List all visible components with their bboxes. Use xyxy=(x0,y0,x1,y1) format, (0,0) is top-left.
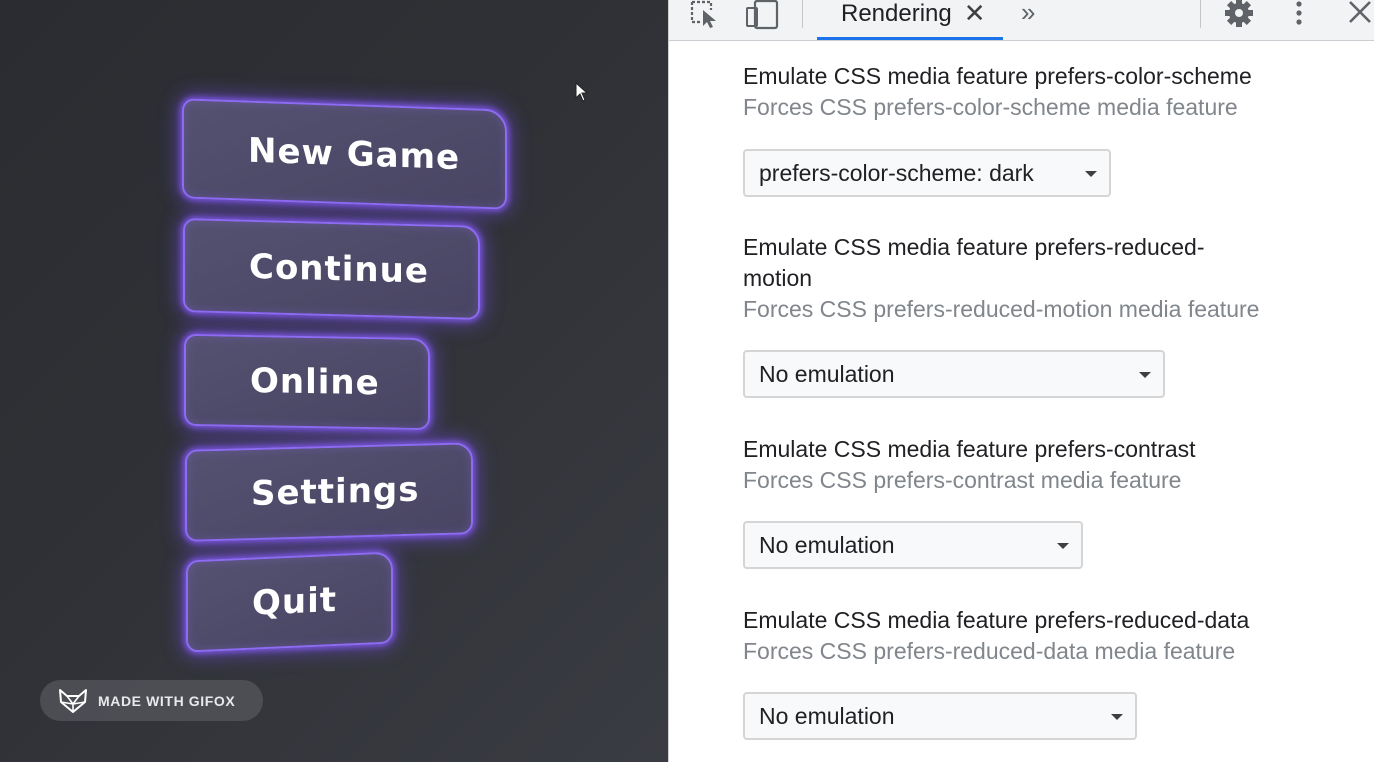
prefers-reduced-data-section: Emulate CSS media feature prefers-reduce… xyxy=(743,605,1343,667)
section-description: Forces CSS prefers-reduced-data media fe… xyxy=(743,638,1236,664)
prefers-contrast-section: Emulate CSS media feature prefers-contra… xyxy=(743,434,1343,496)
mouse-cursor-icon xyxy=(575,82,589,102)
dropdown-arrow-icon xyxy=(1139,372,1151,378)
tab-rendering-label: Rendering xyxy=(841,0,952,27)
watermark-text: MADE WITH GIFOX xyxy=(98,692,236,709)
devtools-panel: Rendering ✕ » Emulate CSS media feature … xyxy=(668,0,1374,762)
gear-icon[interactable] xyxy=(1223,0,1255,30)
online-label: Online xyxy=(250,361,380,404)
prefers-color-scheme-select[interactable]: prefers-color-scheme: dark xyxy=(743,149,1111,197)
prefers-contrast-select[interactable]: No emulation xyxy=(743,521,1083,569)
prefers-reduced-data-select[interactable]: No emulation xyxy=(743,692,1137,740)
gifox-watermark: MADE WITH GIFOX xyxy=(40,680,263,721)
close-devtools-icon[interactable] xyxy=(1347,0,1373,28)
section-title: Emulate CSS media feature prefers-reduce… xyxy=(743,607,1250,633)
section-title-continued: motion xyxy=(743,265,813,291)
new-game-button[interactable]: New Game xyxy=(182,98,507,210)
tab-rendering[interactable]: Rendering ✕ xyxy=(817,0,1003,41)
more-tabs-icon[interactable]: » xyxy=(1021,0,1036,25)
section-title: Emulate CSS media feature prefers-contra… xyxy=(743,436,1196,462)
toolbar-divider xyxy=(1200,0,1201,28)
settings-button[interactable]: Settings xyxy=(185,442,473,542)
section-title: Emulate CSS media feature prefers-color-… xyxy=(743,63,1252,89)
dropdown-arrow-icon xyxy=(1057,543,1069,549)
new-game-label: New Game xyxy=(248,130,461,179)
section-description: Forces CSS prefers-contrast media featur… xyxy=(743,467,1182,493)
dropdown-arrow-icon xyxy=(1085,171,1097,177)
quit-button[interactable]: Quit xyxy=(186,551,393,653)
fox-logo-icon xyxy=(59,688,87,713)
devtools-toolbar: Rendering ✕ » xyxy=(669,0,1374,41)
kebab-menu-icon[interactable] xyxy=(1289,0,1309,30)
device-toolbar-icon[interactable] xyxy=(745,0,779,30)
select-value: No emulation xyxy=(759,531,895,558)
select-value: prefers-color-scheme: dark xyxy=(759,159,1034,186)
prefers-reduced-motion-section: Emulate CSS media feature prefers-reduce… xyxy=(743,232,1343,325)
online-button[interactable]: Online xyxy=(184,333,430,431)
tab-close-icon[interactable]: ✕ xyxy=(964,0,986,26)
prefers-color-scheme-section: Emulate CSS media feature prefers-color-… xyxy=(743,61,1343,123)
active-tab-indicator xyxy=(817,37,1003,40)
quit-label: Quit xyxy=(252,579,338,624)
inspect-element-icon[interactable] xyxy=(689,0,721,30)
section-title: Emulate CSS media feature prefers-reduce… xyxy=(743,234,1205,260)
continue-label: Continue xyxy=(249,246,429,292)
section-description: Forces CSS prefers-reduced-motion media … xyxy=(743,296,1260,322)
select-value: No emulation xyxy=(759,360,895,387)
section-description: Forces CSS prefers-color-scheme media fe… xyxy=(743,94,1238,120)
continue-button[interactable]: Continue xyxy=(183,218,480,320)
select-value: No emulation xyxy=(759,702,895,729)
game-preview: New Game Continue Online Settings Quit M… xyxy=(0,0,668,762)
toolbar-divider xyxy=(802,0,803,28)
prefers-reduced-motion-select[interactable]: No emulation xyxy=(743,350,1165,398)
settings-label: Settings xyxy=(251,469,420,515)
dropdown-arrow-icon xyxy=(1111,714,1123,720)
